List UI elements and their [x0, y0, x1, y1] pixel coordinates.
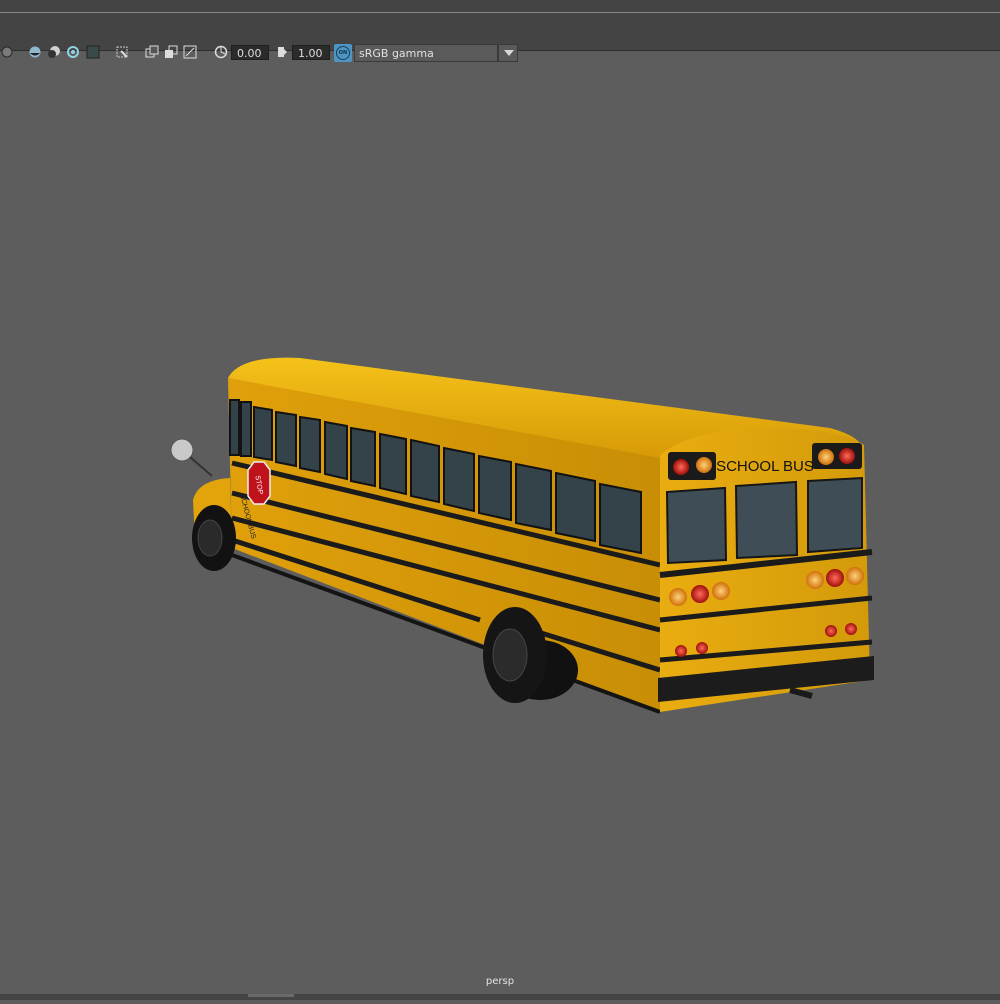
menu-strip: [0, 0, 1000, 13]
front-wheel: [192, 505, 236, 571]
scroll-handle[interactable]: [248, 994, 294, 997]
viewport-panel[interactable]: STOP SCHOOL BUS SCHOOL BUS: [0, 51, 1000, 1000]
bus-model[interactable]: STOP SCHOOL BUS SCHOOL BUS: [0, 51, 1000, 1000]
viewport-toolbar: 0.00 1.00 ON sRGB gamma: [0, 13, 1000, 62]
rear-windows: [665, 476, 863, 565]
camera-name: persp: [485, 976, 515, 987]
rear-sign-label: SCHOOL BUS: [716, 458, 814, 475]
bottom-strip: [0, 994, 1000, 1000]
